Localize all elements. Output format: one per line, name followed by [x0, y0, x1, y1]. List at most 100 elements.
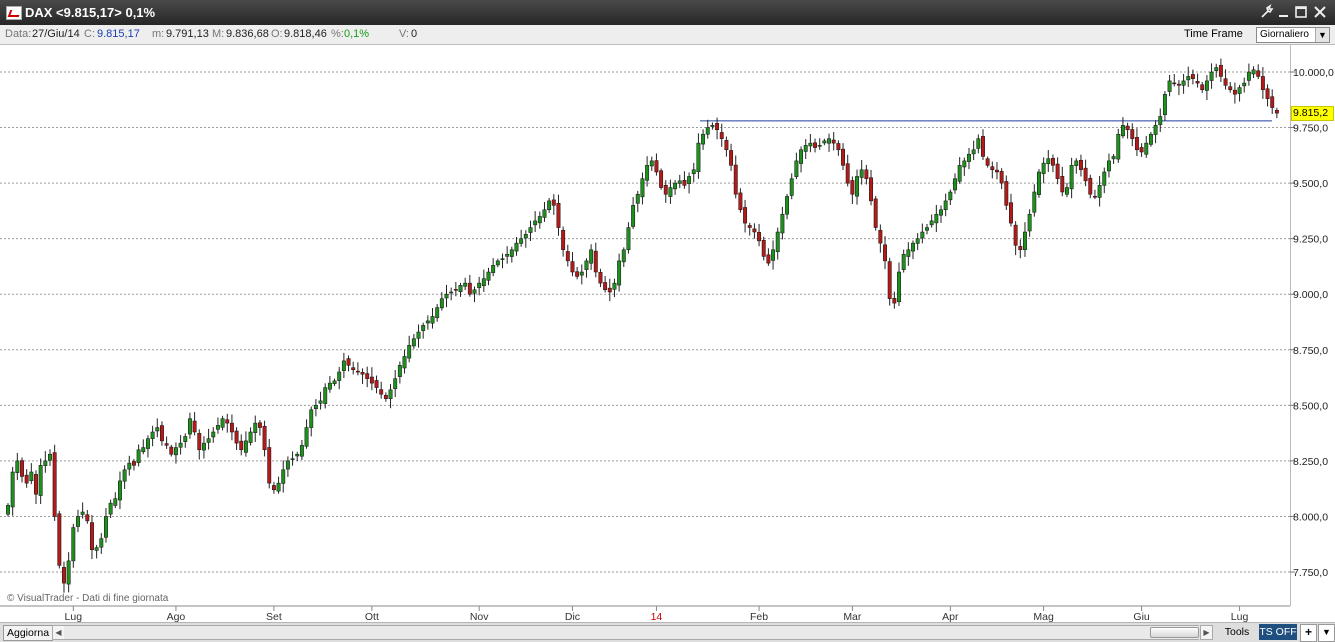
candle-down	[1228, 86, 1233, 91]
candle-up	[407, 345, 412, 359]
candle-up	[136, 449, 141, 463]
candle-up	[1144, 142, 1149, 155]
candle-down	[1079, 159, 1083, 171]
candle-down	[990, 166, 995, 171]
candle-up	[794, 160, 799, 177]
candle-down	[374, 380, 379, 388]
candle-up	[463, 282, 468, 287]
candle-down	[752, 228, 757, 233]
candle-up	[1153, 125, 1158, 135]
candle-up	[183, 436, 188, 443]
volume-label: V:	[399, 28, 409, 40]
candle-up	[785, 196, 790, 215]
y-tick-label: 10.000,0	[1293, 67, 1334, 79]
candle-up	[925, 227, 929, 231]
candle-up	[701, 133, 706, 145]
add-button[interactable]: +	[1300, 624, 1317, 642]
candle-down	[1051, 158, 1055, 166]
candle-down	[757, 232, 762, 242]
candle-up	[491, 265, 496, 273]
candle-down	[999, 171, 1004, 184]
candle-down	[1223, 78, 1228, 86]
candle-up	[304, 427, 309, 447]
candle-up	[295, 453, 300, 457]
ts-off-button[interactable]: TS OFF	[1259, 624, 1297, 640]
scrollbar-thumb[interactable]	[1150, 627, 1199, 638]
candle-down	[1265, 88, 1270, 99]
candle-up	[710, 125, 715, 127]
candle-down	[1218, 64, 1223, 77]
chevron-down-icon[interactable]: ▼	[1315, 28, 1329, 42]
candle-down	[1274, 109, 1279, 114]
candle-up	[472, 289, 477, 294]
candle-down	[1232, 89, 1237, 95]
candle-down	[262, 425, 267, 451]
candle-down	[169, 446, 174, 455]
candle-down	[1139, 147, 1144, 153]
candle-up	[519, 238, 524, 244]
candle-up	[911, 242, 915, 252]
close-value: 9.815,17	[97, 28, 140, 40]
candle-down	[351, 367, 356, 371]
y-tick-label: 8.250,0	[1293, 456, 1328, 468]
candle-up	[1237, 87, 1242, 94]
candle-up	[430, 316, 435, 324]
candle-up	[631, 205, 636, 227]
candle-up	[211, 431, 216, 438]
candle-up	[1116, 133, 1121, 160]
candle-up	[425, 320, 430, 324]
candle-up	[122, 469, 127, 482]
candle-down	[766, 254, 771, 264]
wrench-icon[interactable]	[1259, 4, 1275, 20]
candle-down	[1256, 70, 1261, 77]
x-tick-label: Mag	[1033, 611, 1054, 622]
timeframe-select[interactable]: Giornaliero ▼	[1256, 27, 1330, 43]
tools-button[interactable]: Tools	[1218, 625, 1256, 639]
candle-down	[738, 192, 743, 211]
candle-down	[1130, 129, 1135, 139]
candle-up	[1106, 160, 1111, 172]
title-bar[interactable]: DAX <9.815,17> 0,1%	[0, 0, 1335, 25]
refresh-button[interactable]: Aggiorna	[3, 625, 54, 641]
candle-down	[1125, 125, 1130, 131]
candle-down	[603, 282, 608, 291]
candle-up	[1120, 125, 1125, 137]
candle-up	[948, 191, 953, 201]
candle-up	[673, 182, 678, 190]
x-tick-label: Feb	[750, 611, 768, 622]
candle-up	[822, 140, 827, 144]
candle-up	[486, 271, 491, 281]
horizontal-scrollbar[interactable]	[64, 625, 1199, 640]
candle-down	[229, 422, 234, 433]
candle-up	[276, 482, 281, 492]
min-value: 9.791,13	[166, 28, 209, 40]
candle-up	[141, 447, 146, 453]
x-tick-label: Dic	[565, 611, 580, 622]
chevron-down-icon[interactable]: ▼	[1318, 624, 1335, 642]
candlestick-chart[interactable]: 7.750,0 8.000,0 8.250,0 8.500,0 8.750,0 9.000…	[0, 45, 1335, 622]
candle-down	[654, 160, 659, 173]
candle-down	[164, 443, 169, 446]
candle-up	[859, 169, 864, 178]
close-icon[interactable]	[1312, 4, 1328, 20]
candle-down	[1004, 181, 1009, 206]
x-tick-label: Nov	[470, 611, 489, 622]
candle-up	[1242, 82, 1247, 87]
pct-value: 0,1%	[344, 28, 370, 40]
candle-down	[981, 136, 985, 157]
x-tick-label: Ott	[365, 611, 379, 622]
candle-up	[127, 462, 132, 470]
minimize-icon[interactable]	[1276, 4, 1292, 20]
candle-down	[271, 485, 276, 491]
maximize-icon[interactable]	[1293, 4, 1309, 20]
y-tick-label: 7.750,0	[1293, 567, 1328, 579]
candle-up	[99, 538, 104, 548]
candle-down	[159, 425, 164, 442]
x-tick-label: Giu	[1133, 611, 1150, 622]
candle-up	[393, 378, 398, 390]
scroll-right-icon[interactable]: ▶	[1200, 625, 1213, 640]
candle-down	[34, 474, 38, 495]
candle-up	[687, 176, 692, 184]
candle-up	[444, 293, 449, 299]
candle-down	[883, 244, 887, 262]
